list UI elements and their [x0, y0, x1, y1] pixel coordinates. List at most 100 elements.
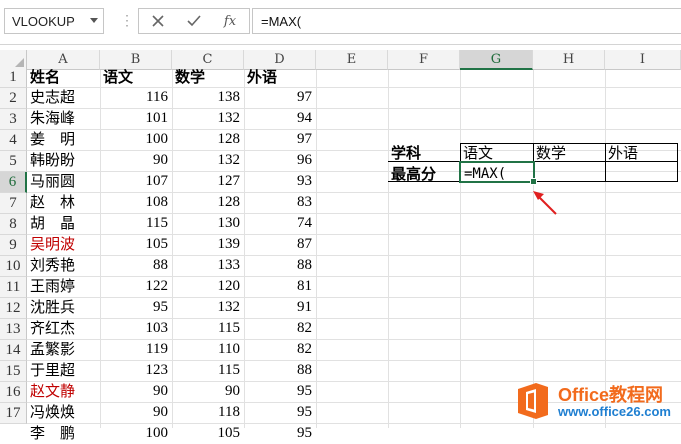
header-math[interactable]: 数学 — [172, 67, 244, 88]
row-header-12[interactable]: 12 — [0, 298, 27, 319]
cell-name[interactable]: 冯焕焕 — [27, 402, 103, 423]
cell-english[interactable]: 94 — [244, 108, 316, 129]
row-header-13[interactable]: 13 — [0, 319, 27, 340]
formula-input[interactable]: =MAX( — [252, 8, 681, 34]
cell-math[interactable]: 132 — [172, 150, 244, 171]
chevron-down-icon[interactable] — [90, 18, 98, 23]
cell-english[interactable]: 91 — [244, 297, 316, 318]
enter-button[interactable] — [177, 9, 211, 33]
cell-name[interactable]: 姜 明 — [27, 129, 103, 150]
cell-english[interactable]: 93 — [244, 171, 316, 192]
cell-math[interactable]: 132 — [172, 108, 244, 129]
cell-name[interactable]: 王雨婷 — [27, 276, 103, 297]
active-cell-g6[interactable] — [459, 161, 535, 183]
cell-name[interactable]: 李 鹏 — [27, 423, 103, 444]
cell-math[interactable]: 128 — [172, 129, 244, 150]
cell-english[interactable]: 81 — [244, 276, 316, 297]
cell-name[interactable]: 胡 晶 — [27, 213, 103, 234]
cell-chinese[interactable]: 119 — [100, 339, 172, 360]
cell-math[interactable]: 120 — [172, 276, 244, 297]
col-header-f[interactable]: F — [388, 50, 460, 70]
fill-handle[interactable] — [530, 178, 537, 185]
row-header-8[interactable]: 8 — [0, 214, 27, 235]
col-header-g[interactable]: G — [460, 50, 533, 70]
row-header-14[interactable]: 14 — [0, 340, 27, 361]
cell-chinese[interactable]: 88 — [100, 255, 172, 276]
row-header-16[interactable]: 16 — [0, 382, 27, 403]
cell-chinese[interactable]: 100 — [100, 423, 172, 444]
insert-function-button[interactable]: fx — [213, 9, 247, 33]
row-header-11[interactable]: 11 — [0, 277, 27, 298]
cell-name[interactable]: 刘秀艳 — [27, 255, 103, 276]
cell-english[interactable]: 82 — [244, 339, 316, 360]
col-header-e[interactable]: E — [316, 50, 388, 70]
cell-chinese[interactable]: 95 — [100, 297, 172, 318]
cell-math[interactable]: 115 — [172, 360, 244, 381]
cell-name[interactable]: 韩盼盼 — [27, 150, 103, 171]
row-header-4[interactable]: 4 — [0, 130, 27, 151]
cell-name[interactable]: 沈胜兵 — [27, 297, 103, 318]
col-header-h[interactable]: H — [533, 50, 605, 70]
cell-chinese[interactable]: 105 — [100, 234, 172, 255]
cell-math[interactable]: 133 — [172, 255, 244, 276]
cell-chinese[interactable]: 122 — [100, 276, 172, 297]
cell-english[interactable]: 74 — [244, 213, 316, 234]
cell-english[interactable]: 95 — [244, 402, 316, 423]
cell-english[interactable]: 88 — [244, 360, 316, 381]
cell-name[interactable]: 史志超 — [27, 87, 103, 108]
row-header-1[interactable]: 1 — [0, 67, 27, 88]
cell-english[interactable]: 95 — [244, 381, 316, 402]
cell-chinese[interactable]: 108 — [100, 192, 172, 213]
cell-name[interactable]: 赵文静 — [27, 381, 103, 402]
cell-math[interactable]: 105 — [172, 423, 244, 444]
row-header-15[interactable]: 15 — [0, 361, 27, 382]
cell-english[interactable]: 97 — [244, 129, 316, 150]
col-header-i[interactable]: I — [605, 50, 681, 70]
cell-name[interactable]: 朱海峰 — [27, 108, 103, 129]
row-header-6[interactable]: 6 — [0, 172, 27, 193]
row-header-5[interactable]: 5 — [0, 151, 27, 172]
cell-math[interactable]: 130 — [172, 213, 244, 234]
header-chinese[interactable]: 语文 — [100, 67, 172, 88]
row-header-2[interactable]: 2 — [0, 88, 27, 109]
cell-math[interactable]: 110 — [172, 339, 244, 360]
cell-name[interactable]: 孟繁影 — [27, 339, 103, 360]
cell-math[interactable]: 115 — [172, 318, 244, 339]
cell-name[interactable]: 赵 林 — [27, 192, 103, 213]
cell-math[interactable]: 138 — [172, 87, 244, 108]
cell-english[interactable]: 87 — [244, 234, 316, 255]
cell-chinese[interactable]: 115 — [100, 213, 172, 234]
cell-english[interactable]: 83 — [244, 192, 316, 213]
cell-name[interactable]: 马丽圆 — [27, 171, 103, 192]
cell-math[interactable]: 90 — [172, 381, 244, 402]
cell-chinese[interactable]: 90 — [100, 381, 172, 402]
cell-math[interactable]: 139 — [172, 234, 244, 255]
cell-chinese[interactable]: 123 — [100, 360, 172, 381]
header-name[interactable]: 姓名 — [27, 67, 100, 88]
cell-chinese[interactable]: 116 — [100, 87, 172, 108]
cell-chinese[interactable]: 90 — [100, 150, 172, 171]
cell-chinese[interactable]: 103 — [100, 318, 172, 339]
name-box[interactable]: VLOOKUP — [4, 8, 104, 34]
cell-english[interactable]: 95 — [244, 423, 316, 444]
cell-chinese[interactable]: 100 — [100, 129, 172, 150]
cell-name[interactable]: 于里超 — [27, 360, 103, 381]
cancel-button[interactable] — [141, 9, 175, 33]
cell-chinese[interactable]: 90 — [100, 402, 172, 423]
row-header-9[interactable]: 9 — [0, 235, 27, 256]
cell-english[interactable]: 88 — [244, 255, 316, 276]
row-header-7[interactable]: 7 — [0, 193, 27, 214]
cell-math[interactable]: 132 — [172, 297, 244, 318]
cell-english[interactable]: 96 — [244, 150, 316, 171]
cell-name[interactable]: 齐红杰 — [27, 318, 103, 339]
cell-english[interactable]: 82 — [244, 318, 316, 339]
row-header-10[interactable]: 10 — [0, 256, 27, 277]
cell-chinese[interactable]: 107 — [100, 171, 172, 192]
cell-chinese[interactable]: 101 — [100, 108, 172, 129]
cell-math[interactable]: 127 — [172, 171, 244, 192]
row-header-17[interactable]: 17 — [0, 403, 27, 424]
cell-english[interactable]: 97 — [244, 87, 316, 108]
cell-math[interactable]: 128 — [172, 192, 244, 213]
cell-math[interactable]: 118 — [172, 402, 244, 423]
header-english[interactable]: 外语 — [244, 67, 316, 88]
